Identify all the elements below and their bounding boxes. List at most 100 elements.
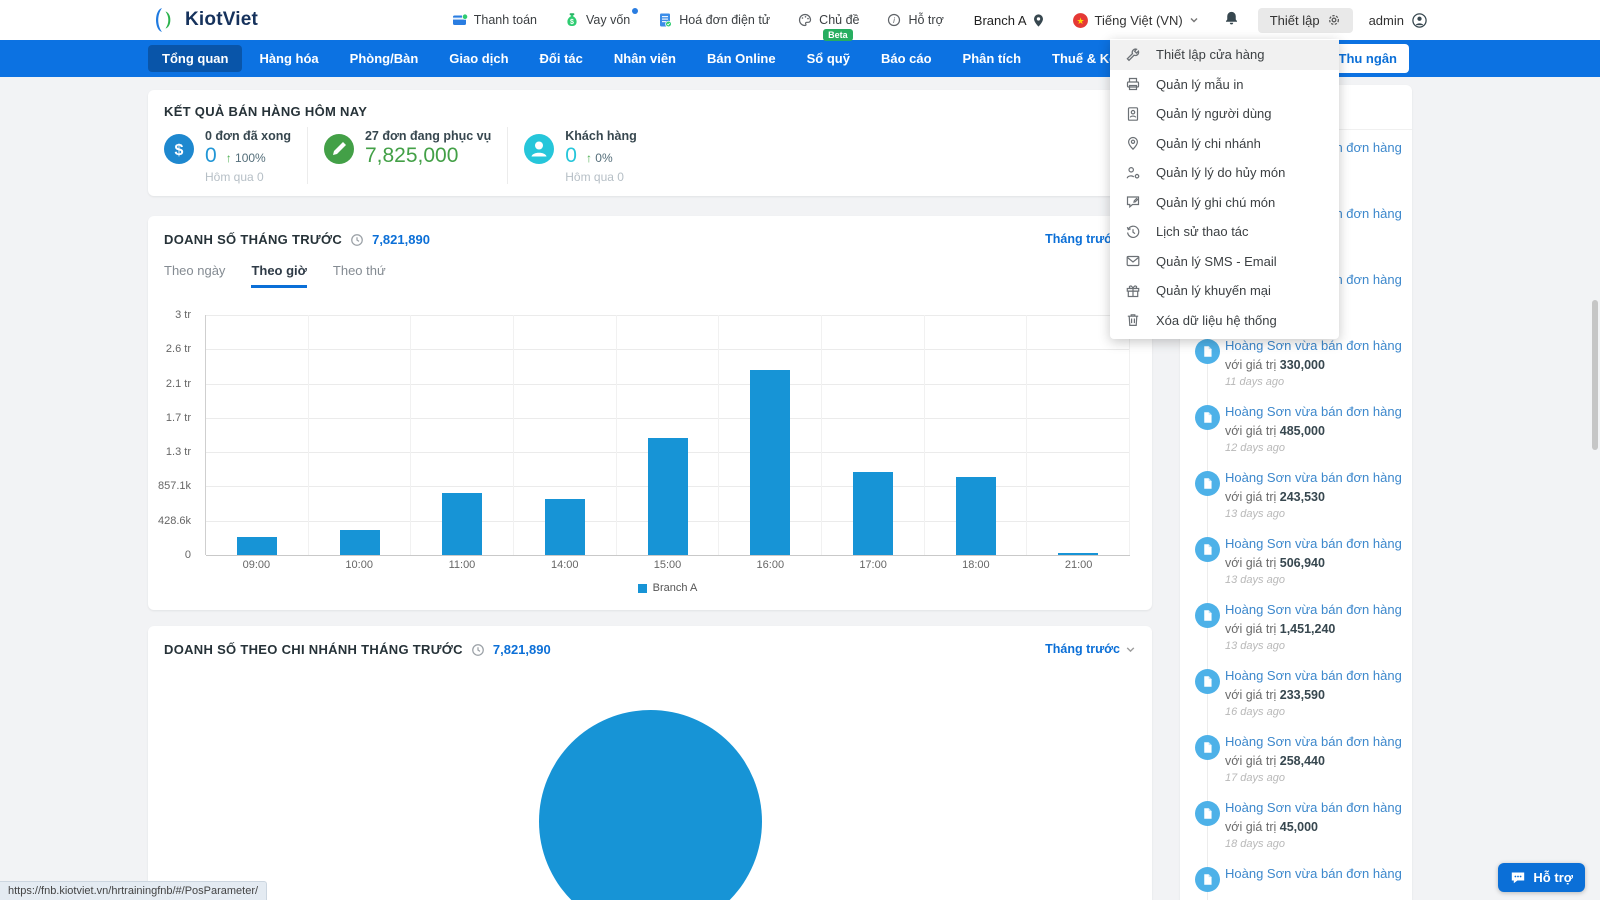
activity-link[interactable]: Hoàng Sơn vừa bán đơn hàng [1225, 470, 1404, 486]
doc-icon [1201, 675, 1214, 688]
header-link[interactable]: i Hỗ trợ [886, 12, 943, 28]
header-link[interactable]: Thanh toán [452, 12, 537, 28]
top-header: KiotViet Thanh toán $ Vay vốn Hoá đơn đi… [0, 0, 1600, 40]
y-axis-tick: 3 tr [175, 309, 191, 321]
activity-link[interactable]: Hoàng Sơn vừa bán đơn hàng [1225, 866, 1404, 882]
bar-09:00[interactable] [237, 537, 277, 555]
settings-menu-item[interactable]: Quản lý SMS - Email [1110, 247, 1339, 277]
mail-icon [1125, 253, 1141, 269]
activity-link[interactable]: Hoàng Sơn vừa bán đơn hàng [1225, 668, 1404, 684]
doc-icon [1201, 609, 1214, 622]
x-axis-label: 15:00 [616, 559, 719, 571]
pie-slice-branch-a[interactable] [539, 710, 762, 900]
bar-10:00[interactable] [340, 530, 380, 555]
nav-tab[interactable]: Đối tác [526, 45, 597, 72]
notifications-button[interactable] [1223, 9, 1240, 31]
bar-chart-title: DOANH SỐ THÁNG TRƯỚC [164, 232, 342, 247]
stat-label: 0 đơn đã xong [205, 129, 291, 143]
settings-button[interactable]: Thiết lập [1258, 8, 1353, 33]
receipt-icon [1195, 735, 1220, 760]
app-logo[interactable]: KiotViet [150, 6, 258, 34]
activity-time: 13 days ago [1225, 640, 1404, 652]
trash-icon [1125, 312, 1141, 328]
activity-item: Hoàng Sơn vừa bán đơn hàng với giá trị 5… [1180, 536, 1412, 602]
nav-tab[interactable]: Phân tích [949, 45, 1036, 72]
chart-tab[interactable]: Theo giờ [251, 263, 306, 288]
settings-menu-item[interactable]: Quản lý chi nhánh [1110, 129, 1339, 159]
settings-menu-item[interactable]: Quản lý người dùng [1110, 99, 1339, 129]
bar-11:00[interactable] [442, 493, 482, 555]
activity-value: với giá trị 243,530 [1225, 490, 1404, 504]
language-selector[interactable]: ★ Tiếng Việt (VN) [1072, 12, 1199, 29]
settings-menu-item[interactable]: Thiết lập cửa hàng [1110, 40, 1339, 70]
caret-down-icon [1189, 15, 1199, 25]
bar-18:00[interactable] [956, 477, 996, 555]
x-axis-label: 16:00 [719, 559, 822, 571]
order-value: 1,451,240 [1280, 622, 1336, 636]
header-link[interactable]: $ Vay vốn [564, 12, 630, 28]
note-icon [1125, 194, 1141, 210]
bar-legend-label: Branch A [653, 582, 698, 594]
beta-badge: Beta [823, 29, 853, 41]
notification-dot [632, 8, 638, 14]
x-axis-label: 10:00 [308, 559, 411, 571]
history-icon [1125, 224, 1141, 240]
kiotviet-logo-icon [150, 6, 178, 34]
nav-tab[interactable]: Sổ quỹ [793, 45, 864, 72]
activity-link[interactable]: Hoàng Sơn vừa bán đơn hàng [1225, 800, 1404, 816]
bar-plot [205, 315, 1130, 555]
chart-tab[interactable]: Theo thứ [333, 263, 386, 288]
settings-menu-item[interactable]: Quản lý lý do hủy món [1110, 158, 1339, 188]
header-link[interactable]: Hoá đơn điện tử [657, 12, 770, 28]
settings-menu-item-label: Quản lý ghi chú món [1156, 195, 1275, 210]
help-icon: i [886, 12, 902, 28]
user-menu[interactable]: admin [1369, 12, 1428, 29]
doc-icon [1201, 411, 1214, 424]
pie-period-selector[interactable]: Tháng trước [1045, 642, 1136, 656]
nav-tab[interactable]: Tổng quan [148, 45, 242, 72]
receipt-icon [1195, 339, 1220, 364]
activity-link[interactable]: Hoàng Sơn vừa bán đơn hàng [1225, 404, 1404, 420]
svg-text:i: i [894, 16, 896, 25]
user-icon [1411, 12, 1428, 29]
activity-link[interactable]: Hoàng Sơn vừa bán đơn hàng [1225, 338, 1404, 354]
bar-17:00[interactable] [853, 472, 893, 555]
moneybag-icon: $ [564, 12, 580, 28]
nav-tab[interactable]: Phòng/Bàn [336, 45, 433, 72]
branch-selector[interactable]: Branch A [974, 13, 1046, 28]
settings-menu-item-label: Thiết lập cửa hàng [1156, 47, 1264, 62]
chart-tab[interactable]: Theo ngày [164, 263, 225, 288]
activity-value: với giá trị 485,000 [1225, 424, 1404, 438]
user-doc-icon [1125, 106, 1141, 122]
settings-menu-item[interactable]: Quản lý mẫu in [1110, 70, 1339, 100]
bar-21:00[interactable] [1058, 553, 1098, 555]
activity-link[interactable]: Hoàng Sơn vừa bán đơn hàng [1225, 734, 1404, 750]
settings-menu-item[interactable]: Lịch sử thao tác [1110, 217, 1339, 247]
nav-tab[interactable]: Nhân viên [600, 45, 690, 72]
nav-tab[interactable]: Bán Online [693, 45, 790, 72]
x-axis-label: 21:00 [1027, 559, 1130, 571]
bar-16:00[interactable] [750, 370, 790, 555]
activity-link[interactable]: Hoàng Sơn vừa bán đơn hàng [1225, 602, 1404, 618]
activity-item: Hoàng Sơn vừa bán đơn hàng với giá trị 2… [1180, 470, 1412, 536]
doc-icon [1201, 741, 1214, 754]
wrench-icon [1125, 47, 1141, 63]
doc-icon [1201, 345, 1214, 358]
bar-14:00[interactable] [545, 499, 585, 555]
activity-link[interactable]: Hoàng Sơn vừa bán đơn hàng [1225, 536, 1404, 552]
bar-legend[interactable]: Branch A [205, 582, 1130, 594]
order-value: 330,000 [1280, 358, 1325, 372]
bar-15:00[interactable] [648, 438, 688, 555]
header-link[interactable]: Chủ đề Beta [797, 12, 859, 28]
nav-tab[interactable]: Giao dịch [435, 45, 522, 72]
order-value: 45,000 [1280, 820, 1318, 834]
scrollbar-thumb[interactable] [1592, 300, 1598, 450]
support-button[interactable]: Hỗ trợ [1498, 863, 1585, 892]
nav-tab[interactable]: Báo cáo [867, 45, 946, 72]
nav-tab[interactable]: Hàng hóa [245, 45, 332, 72]
settings-menu-item[interactable]: Xóa dữ liệu hệ thống [1110, 306, 1339, 336]
settings-menu-item[interactable]: Quản lý khuyến mại [1110, 276, 1339, 306]
settings-menu-item[interactable]: Quản lý ghi chú món [1110, 188, 1339, 218]
bar-legend-swatch [638, 584, 647, 593]
activity-item: Hoàng Sơn vừa bán đơn hàng với giá trị 3… [1180, 338, 1412, 404]
